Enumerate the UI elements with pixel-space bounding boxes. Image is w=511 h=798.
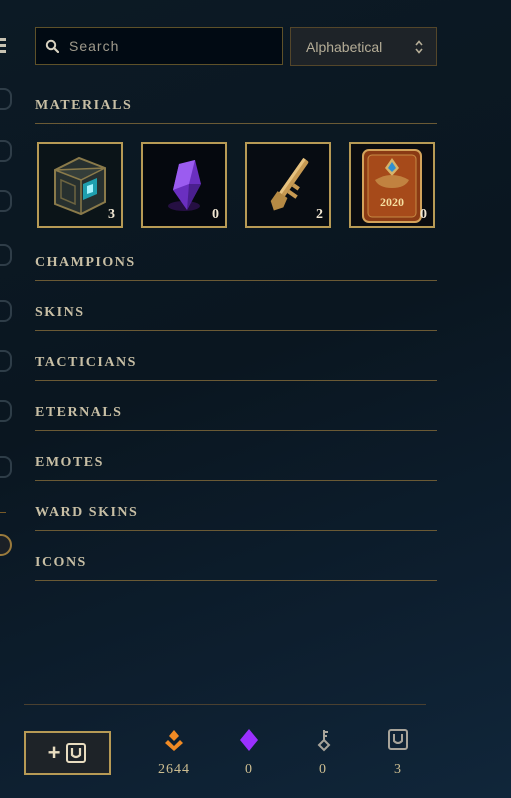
key-icon — [317, 730, 331, 752]
section-label: TACTICIANS — [35, 355, 137, 370]
search-input[interactable] — [67, 37, 261, 55]
material-count: 3 — [108, 207, 115, 222]
section-label: CHAMPIONS — [35, 255, 136, 270]
profile-orb-icon[interactable] — [0, 534, 12, 556]
material-count: 0 — [420, 207, 427, 222]
section-label: ICONS — [35, 555, 87, 570]
menu-icon[interactable] — [0, 38, 6, 56]
mythic-essence-icon — [240, 729, 258, 751]
section-tacticians[interactable]: TACTICIANS — [35, 351, 437, 381]
card-year-text: 2020 — [380, 195, 404, 209]
collection-icon[interactable] — [0, 88, 12, 110]
material-tile-mythic-essence[interactable]: 0 — [141, 142, 227, 228]
material-count: 2 — [316, 207, 323, 222]
section-label: MATERIALS — [35, 98, 133, 113]
search-box[interactable] — [35, 27, 283, 65]
chest-icon — [66, 743, 87, 763]
section-emotes[interactable]: EMOTES — [35, 451, 437, 481]
loot-nav-icon[interactable] — [0, 456, 12, 478]
material-tile-key-fragment[interactable]: 2 — [245, 142, 331, 228]
runes-nav-icon[interactable] — [0, 350, 12, 372]
craft-key-button[interactable]: + — [24, 731, 111, 775]
currency-orange-essence: 2644 — [144, 728, 204, 778]
section-ward-skins[interactable]: WARD SKINS — [35, 501, 437, 531]
left-nav-rail — [0, 0, 14, 600]
section-materials[interactable]: MATERIALS — [35, 94, 437, 124]
search-icon — [45, 39, 59, 53]
plus-label: + — [47, 740, 61, 765]
section-icons[interactable]: ICONS — [35, 551, 437, 581]
section-champions[interactable]: CHAMPIONS — [35, 251, 437, 281]
currency-value: 3 — [394, 762, 402, 777]
currency-value: 0 — [245, 762, 253, 777]
emotes-nav-icon[interactable] — [0, 244, 12, 266]
currency-value: 0 — [319, 762, 327, 777]
section-label: EMOTES — [35, 455, 104, 470]
material-count: 0 — [212, 207, 219, 222]
section-eternals[interactable]: ETERNALS — [35, 401, 437, 431]
orange-essence-icon — [165, 730, 183, 751]
section-label: SKINS — [35, 305, 85, 320]
material-tile-chest[interactable]: 3 — [37, 142, 123, 228]
material-tile-event-card[interactable]: 2020 0 — [349, 142, 435, 228]
skins-nav-icon[interactable] — [0, 190, 12, 212]
items-nav-icon[interactable] — [0, 400, 12, 422]
currency-keys: 0 — [293, 728, 353, 778]
champions-nav-icon[interactable] — [0, 140, 12, 162]
updown-chevron-icon — [415, 39, 423, 54]
section-label: ETERNALS — [35, 405, 123, 420]
rail-divider — [0, 512, 6, 513]
currency-value: 2644 — [158, 762, 190, 777]
section-label: WARD SKINS — [35, 505, 139, 520]
currency-chests: 3 — [368, 728, 428, 778]
spells-nav-icon[interactable] — [0, 300, 12, 322]
sort-selected-value: Alphabetical — [306, 38, 383, 55]
sort-dropdown[interactable]: Alphabetical — [290, 27, 437, 66]
footer-divider — [24, 704, 426, 705]
currency-mythic-essence: 0 — [219, 728, 279, 778]
section-skins[interactable]: SKINS — [35, 301, 437, 331]
chest-icon — [388, 729, 408, 750]
